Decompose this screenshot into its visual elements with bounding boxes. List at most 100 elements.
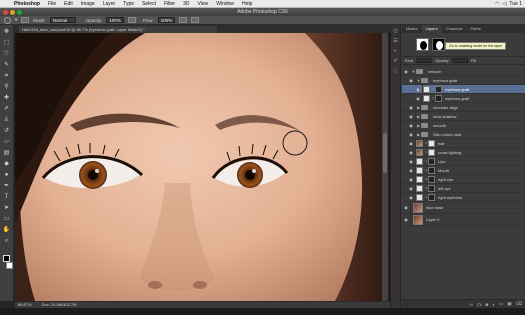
menu-edit[interactable]: Edit — [60, 1, 77, 7]
brush-size-dropdown-icon[interactable]: ▾ — [15, 17, 17, 23]
scrollbar-thumb[interactable] — [383, 133, 387, 173]
airbrush-toggle[interactable] — [179, 17, 188, 23]
opacity-field-panel[interactable] — [451, 58, 468, 63]
healing-tool-icon[interactable]: ✚ — [2, 95, 11, 102]
layer-thumbnail[interactable] — [416, 166, 423, 174]
layer-thumbnail[interactable] — [416, 148, 423, 156]
layer-row[interactable]: ◉ ▶ neck shadow — [402, 111, 525, 121]
layer-thumbnail[interactable] — [416, 184, 423, 192]
new-group-icon[interactable]: ▭ — [499, 301, 503, 307]
eye-icon[interactable]: ◉ — [402, 213, 411, 226]
pen-tool-icon[interactable]: ✒ — [2, 183, 11, 190]
mask-thumbnail[interactable] — [428, 193, 435, 201]
eye-icon[interactable]: ◉ — [407, 75, 416, 85]
close-button[interactable] — [3, 9, 8, 15]
mask-thumbnail[interactable] — [435, 94, 442, 102]
tab-channels[interactable]: Channels — [442, 25, 467, 33]
quick-select-tool-icon[interactable]: ✎ — [2, 62, 11, 69]
mask-thumbnail[interactable] — [428, 139, 435, 147]
mask-thumbnail[interactable] — [428, 184, 435, 192]
layer-row[interactable]: ◉ ∞ Mouth — [402, 165, 525, 175]
flow-field[interactable]: 100% — [157, 17, 176, 23]
layer-row[interactable]: ◉ ∞ right eye — [402, 174, 525, 184]
eye-icon[interactable]: ◉ — [407, 129, 416, 139]
trash-icon[interactable]: ⌫ — [516, 301, 522, 307]
move-tool-icon[interactable]: ✥ — [2, 29, 11, 36]
eye-icon[interactable]: ◉ — [414, 84, 423, 94]
marquee-tool-icon[interactable]: ⬚ — [2, 40, 11, 47]
menu-type[interactable]: Type — [119, 1, 138, 7]
eye-icon[interactable]: ◉ — [407, 156, 416, 166]
hand-tool-icon[interactable]: ✋ — [2, 227, 11, 234]
eye-icon[interactable]: ◉ — [407, 165, 416, 175]
menu-3d[interactable]: 3D — [179, 1, 193, 7]
canvas-vertical-scrollbar[interactable] — [382, 33, 388, 301]
pressure-opacity-toggle[interactable] — [127, 17, 136, 23]
tab-paths[interactable]: Paths — [466, 25, 484, 33]
menubar-clock[interactable]: Tue 1 — [509, 1, 522, 7]
layer-row[interactable]: ◉ ▶ smooth — [402, 120, 525, 130]
background-color-swatch[interactable] — [5, 262, 13, 269]
clone-stamp-tool-icon[interactable]: ♙ — [2, 117, 11, 124]
menu-view[interactable]: View — [194, 1, 213, 7]
add-mask-icon[interactable]: ◙ — [486, 302, 489, 307]
mask-thumbnail[interactable] — [428, 148, 435, 156]
layer-row[interactable]: ◉ ▶ Skin colour cast — [402, 129, 525, 139]
shape-tool-icon[interactable]: ▭ — [2, 216, 11, 223]
layer-row[interactable]: ◉ ∞ right eyebrow — [402, 192, 525, 202]
volume-icon[interactable]: ◁ — [503, 1, 507, 7]
layer-row[interactable]: ◉ ▼ retouch — [402, 66, 525, 76]
gradient-tool-icon[interactable]: ▤ — [2, 150, 11, 157]
new-layer-icon[interactable]: ▣ — [507, 301, 511, 307]
document-canvas[interactable] — [15, 33, 390, 301]
history-panel-icon[interactable]: ◷ — [393, 28, 399, 34]
layer-row[interactable]: ◉ ∞ hair — [402, 138, 525, 148]
adjustment-layer-icon[interactable]: ◐ — [492, 302, 495, 307]
mask-thumbnail[interactable] — [435, 85, 442, 93]
adjustments-panel-icon[interactable]: ◐ — [393, 48, 399, 54]
zoom-button[interactable] — [17, 9, 22, 15]
brush-panel-toggle[interactable] — [21, 17, 30, 23]
menu-photoshop[interactable]: Photoshop — [10, 1, 44, 7]
menu-file[interactable]: File — [44, 1, 60, 7]
document-tab[interactable]: Hair1154_face_composit.tif @ 66.7% (eyeb… — [18, 25, 218, 33]
layer-thumbnail[interactable] — [423, 85, 430, 93]
layer-row[interactable]: ◉ ∞ left eye — [402, 183, 525, 193]
layer-row[interactable]: ◉ ▶ shoulder align — [402, 102, 525, 112]
mask-thumbnail[interactable] — [428, 157, 435, 165]
brush-preset-icon[interactable] — [4, 16, 11, 24]
eye-icon[interactable]: ◉ — [407, 102, 416, 112]
layer-thumbnail[interactable] — [416, 157, 423, 165]
dodge-tool-icon[interactable]: ● — [2, 172, 11, 179]
menu-select[interactable]: Select — [138, 1, 160, 7]
brush-tool-icon[interactable]: ✐ — [2, 106, 11, 113]
wifi-icon[interactable]: ◠ — [495, 1, 499, 7]
eye-icon[interactable]: ◉ — [407, 174, 416, 184]
info-panel-icon[interactable]: ⓘ — [393, 68, 399, 74]
menu-help[interactable]: Help — [238, 1, 256, 7]
opacity-field[interactable]: 100% — [106, 17, 124, 23]
eye-icon[interactable]: ◉ — [407, 183, 416, 193]
eye-icon[interactable]: ◉ — [407, 138, 416, 148]
zoom-tool-icon[interactable]: ⌕ — [2, 238, 11, 245]
lasso-tool-icon[interactable]: ➰ — [2, 51, 11, 58]
blur-tool-icon[interactable]: ◆ — [2, 161, 11, 168]
menu-layer[interactable]: Layer — [99, 1, 120, 7]
layer-thumbnail[interactable] — [416, 175, 423, 183]
blend-mode-field[interactable] — [416, 58, 433, 63]
eye-icon[interactable]: ◉ — [407, 147, 416, 157]
eye-icon[interactable]: ◉ — [402, 66, 411, 76]
eye-icon[interactable]: ◉ — [414, 93, 423, 103]
layer-row[interactable]: ◉ Layer 0 — [402, 213, 525, 226]
history-brush-tool-icon[interactable]: ↺ — [2, 128, 11, 135]
menu-filter[interactable]: Filter — [160, 1, 179, 7]
layer-thumbnail[interactable] — [416, 139, 423, 147]
menu-window[interactable]: Window — [212, 1, 238, 7]
eye-icon[interactable]: ◉ — [407, 192, 416, 202]
kind-filter[interactable]: Kind — [405, 58, 413, 63]
properties-panel-icon[interactable]: ☰ — [393, 38, 399, 44]
eye-icon[interactable]: ◉ — [407, 120, 416, 130]
tab-masks[interactable]: Masks — [402, 25, 422, 33]
layer-thumbnail[interactable] — [413, 214, 423, 225]
layer-row[interactable]: ◉ ∞ cross lighting — [402, 147, 525, 157]
